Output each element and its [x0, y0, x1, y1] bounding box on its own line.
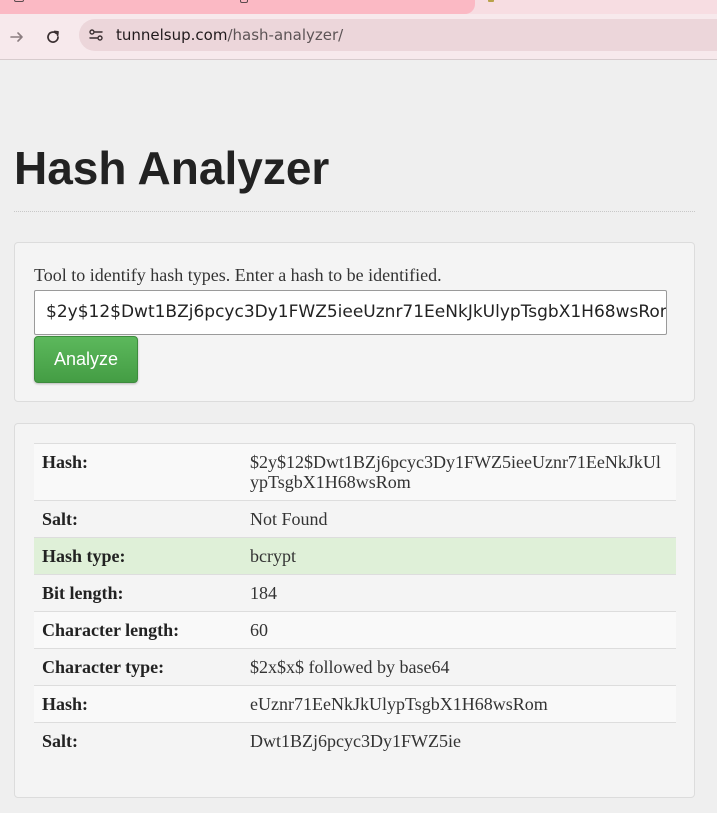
tab-icon	[14, 0, 24, 2]
row-label: Hash:	[34, 685, 242, 723]
row-value: $2y$12$Dwt1BZj6pcyc3Dy1FWZ5ieeUznr71EeNk…	[242, 443, 676, 501]
row-label: Hash type:	[34, 537, 242, 575]
results-panel: Hash: $2y$12$Dwt1BZj6pcyc3Dy1FWZ5ieeUznr…	[14, 423, 695, 798]
browser-toolbar: tunnelsup.com/hash-analyzer/	[0, 14, 717, 60]
row-value: 60	[242, 611, 676, 649]
hash-form-panel: Tool to identify hash types. Enter a has…	[14, 242, 695, 402]
row-label: Character type:	[34, 648, 242, 686]
table-row: Hash: eUznr71EeNkJkUlypTsgbX1H68wsRom	[34, 685, 676, 723]
row-value: Not Found	[242, 500, 676, 538]
table-row: Character type: $2x$x$ followed by base6…	[34, 648, 676, 686]
table-row: Character length: 60	[34, 611, 676, 649]
row-label: Salt:	[34, 722, 242, 759]
row-label: Bit length:	[34, 574, 242, 612]
table-row-highlighted: Hash type: bcrypt	[34, 537, 676, 575]
hash-input[interactable]: $2y$12$Dwt1BZj6pcyc3Dy1FWZ5ieeUznr71EeNk…	[34, 290, 667, 335]
tab-close-icon[interactable]	[240, 0, 248, 3]
page-content: Hash Analyzer Tool to identify hash type…	[0, 61, 717, 813]
form-description: Tool to identify hash types. Enter a has…	[34, 265, 442, 285]
reload-icon[interactable]	[39, 23, 67, 51]
next-tab-favicon-icon[interactable]	[488, 0, 494, 2]
browser-tab-strip	[0, 0, 717, 14]
analyze-button[interactable]: Analyze	[34, 336, 138, 383]
url-host: tunnelsup.com	[116, 26, 228, 44]
table-row: Salt: Dwt1BZj6pcyc3Dy1FWZ5ie	[34, 722, 676, 759]
title-divider	[14, 211, 695, 212]
forward-arrow-icon[interactable]	[3, 23, 31, 51]
row-value: $2x$x$ followed by base64	[242, 648, 676, 686]
row-label: Hash:	[34, 443, 242, 501]
row-label: Salt:	[34, 500, 242, 538]
row-value: bcrypt	[242, 537, 676, 575]
row-value: Dwt1BZj6pcyc3Dy1FWZ5ie	[242, 722, 676, 759]
table-row: Hash: $2y$12$Dwt1BZj6pcyc3Dy1FWZ5ieeUznr…	[34, 443, 676, 501]
url-text[interactable]: tunnelsup.com/hash-analyzer/	[116, 26, 343, 44]
browser-active-tab[interactable]	[0, 0, 475, 14]
table-row: Bit length: 184	[34, 574, 676, 612]
row-value: 184	[242, 574, 676, 612]
table-row: Salt: Not Found	[34, 500, 676, 538]
row-value: eUznr71EeNkJkUlypTsgbX1H68wsRom	[242, 685, 676, 723]
results-table: Hash: $2y$12$Dwt1BZj6pcyc3Dy1FWZ5ieeUznr…	[34, 443, 676, 759]
row-label: Character length:	[34, 611, 242, 649]
url-path: /hash-analyzer/	[227, 26, 344, 44]
site-settings-icon[interactable]	[84, 23, 108, 47]
address-bar[interactable]: tunnelsup.com/hash-analyzer/	[79, 19, 717, 51]
page-title: Hash Analyzer	[14, 142, 330, 194]
